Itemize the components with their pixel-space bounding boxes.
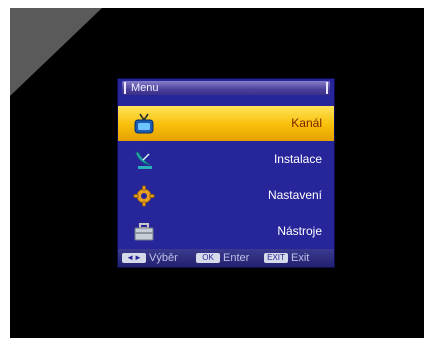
menu-item-label: Nástroje (277, 224, 322, 238)
corner-decoration (10, 8, 102, 96)
menu-item-nastroje[interactable]: Nástroje (118, 214, 334, 249)
left-right-key: ◄► (122, 253, 146, 263)
menu-item-label: Instalace (273, 152, 322, 166)
gear-icon (132, 184, 156, 208)
tv-screen: Menu Kanál Instalace Nastavení Nástroje … (10, 8, 424, 338)
menu-item-kanal[interactable]: Kanál (118, 106, 334, 141)
menu-item-nastaveni[interactable]: Nastavení (118, 178, 334, 213)
ok-key: OK (196, 253, 220, 263)
toolbox-icon (132, 220, 156, 244)
satellite-dish-icon (132, 148, 156, 172)
menu-item-instalace[interactable]: Instalace (118, 142, 334, 177)
menu-item-label: Nastavení (267, 188, 322, 202)
menu-title: Menu (131, 82, 159, 94)
menu-footer: ◄► Výběr OK Enter EXIT Exit (118, 249, 334, 267)
footer-select-label: Výběr (149, 252, 178, 264)
tv-icon (132, 112, 156, 136)
exit-key: EXIT (264, 253, 288, 263)
main-menu: Menu Kanál Instalace Nastavení Nástroje … (117, 78, 335, 268)
menu-item-label: Kanál (291, 116, 322, 130)
footer-exit-label: Exit (291, 252, 310, 264)
footer-enter-label: Enter (223, 252, 250, 264)
menu-titlebar: Menu (122, 81, 330, 95)
